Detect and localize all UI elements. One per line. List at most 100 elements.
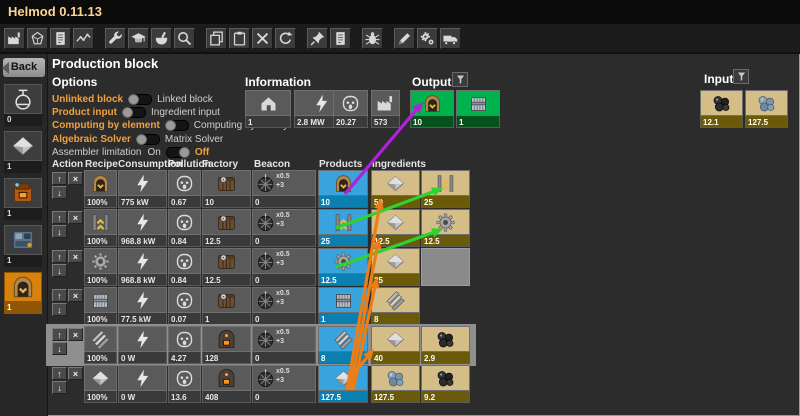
delete-row-button[interactable]: × — [68, 172, 83, 185]
factory-cell[interactable]: 12.5 — [202, 209, 251, 247]
toolbar-search-button[interactable] — [174, 28, 195, 49]
ingredient-steel-plate[interactable]: 8 — [371, 287, 420, 325]
sidebar-item-iron-plate[interactable]: 1 — [4, 131, 42, 173]
toolbar-wrench-button[interactable] — [105, 28, 126, 49]
toolbar-bug-button[interactable] — [362, 28, 383, 49]
delete-row-button[interactable]: × — [68, 367, 83, 380]
toolbar-ore-button[interactable] — [27, 28, 48, 49]
toolbar-gears-button[interactable] — [417, 28, 438, 49]
beacon-cell[interactable]: 0x0.5+3 — [252, 209, 316, 247]
factory-cell[interactable]: 408 — [202, 365, 251, 403]
ingredient-iron-plate[interactable]: 50 — [371, 170, 420, 208]
move-up-button[interactable]: ↑ — [52, 250, 67, 263]
ingredient-iron-ore[interactable]: 127.5 — [371, 365, 420, 403]
product-underground-belt[interactable]: 10 — [318, 170, 368, 208]
move-up-button[interactable]: ↑ — [52, 211, 67, 224]
underground-belt-icon — [10, 274, 36, 300]
toolbar-close-button[interactable] — [252, 28, 273, 49]
consumption-cell-value: 775 kW — [118, 196, 167, 208]
beacon-cell[interactable]: 0x0.5+3 — [252, 287, 316, 325]
recipe-cell[interactable]: 100% — [84, 365, 117, 403]
underground-belt-icon — [90, 173, 111, 194]
delete-row-button[interactable]: × — [68, 211, 83, 224]
option-toggle[interactable] — [165, 120, 189, 131]
recipe-cell[interactable]: 100% — [84, 209, 117, 247]
factory-cell[interactable]: 128 — [202, 326, 251, 364]
beacon-cell[interactable]: 0x0.5+3 — [252, 170, 316, 208]
toolbar-document2-button[interactable] — [330, 28, 351, 49]
toolbar-document-button[interactable] — [50, 28, 71, 49]
delete-row-button[interactable]: × — [68, 289, 83, 302]
sidebar-item-machine-blue[interactable]: 1 — [4, 225, 42, 267]
ingredient-transport-belt[interactable]: 25 — [421, 170, 470, 208]
product-steel-plate[interactable]: 8 — [318, 326, 368, 364]
input-item-iron-ore[interactable]: 127.5 — [745, 90, 788, 128]
energy-icon — [132, 290, 153, 311]
toolbar-copy-button[interactable] — [206, 28, 227, 49]
recipe-cell[interactable]: 100% — [84, 287, 117, 325]
product-transport-belt[interactable]: 25 — [318, 209, 368, 247]
input-item-coal[interactable]: 12.1 — [700, 90, 743, 128]
beacon-cell[interactable]: 0x0.5+3 — [252, 365, 316, 403]
sidebar-item-underground-belt[interactable]: 1 — [4, 272, 42, 314]
output-filter-button[interactable] — [452, 72, 468, 87]
move-down-button[interactable]: ↓ — [52, 381, 67, 394]
beacon-add: +3 — [276, 376, 290, 385]
move-down-button[interactable]: ↓ — [52, 342, 67, 355]
factory-cell[interactable]: 12.5 — [202, 248, 251, 286]
move-down-button[interactable]: ↓ — [52, 303, 67, 316]
recipe-cell[interactable]: 100% — [84, 326, 117, 364]
recipe-cell[interactable]: 100% — [84, 248, 117, 286]
toolbar-education-button[interactable] — [128, 28, 149, 49]
move-up-button[interactable]: ↑ — [52, 289, 67, 302]
product-steel-chest[interactable]: 1 — [318, 287, 368, 325]
sidebar-item-lab-outline[interactable]: 0 — [4, 84, 42, 126]
toolbar-pencil-button[interactable] — [394, 28, 415, 49]
option-toggle[interactable] — [136, 134, 160, 145]
ingredient-coal-value: 2.9 — [421, 352, 470, 364]
factory-cell[interactable]: 1 — [202, 287, 251, 325]
ingredient-iron-plate[interactable]: 25 — [371, 248, 420, 286]
toolbar-group — [206, 28, 298, 49]
move-down-button[interactable]: ↓ — [52, 264, 67, 277]
product-iron-plate[interactable]: 127.5 — [318, 365, 368, 403]
delete-row-button[interactable]: × — [68, 328, 83, 341]
pollution-cell-value: 13.6 — [168, 391, 201, 403]
ingredient-iron-plate[interactable]: 40 — [371, 326, 420, 364]
move-down-button[interactable]: ↓ — [52, 186, 67, 199]
pollution-icon — [174, 173, 195, 194]
factory-cell[interactable]: 10 — [202, 170, 251, 208]
option-toggle[interactable] — [128, 94, 152, 105]
ingredient-coal[interactable]: 9.2 — [421, 365, 470, 403]
assembler-off-label: Off — [195, 147, 209, 158]
sidebar-item-burner-machine[interactable]: 1 — [4, 178, 42, 220]
input-filter-button[interactable] — [733, 69, 749, 84]
output-item-steel-chest[interactable]: 1 — [456, 90, 500, 128]
move-up-button[interactable]: ↑ — [52, 328, 67, 341]
toolbar-logistics-button[interactable] — [440, 28, 461, 49]
beacon-cell[interactable]: 0x0.5+3 — [252, 326, 316, 364]
toolbar-paste-button[interactable] — [229, 28, 250, 49]
assembler-limitation-toggle[interactable] — [166, 147, 190, 158]
ingredient-iron-gear[interactable]: 12.5 — [421, 209, 470, 247]
ingredient-iron-plate[interactable]: 12.5 — [371, 209, 420, 247]
beacon-cell[interactable]: 0x0.5+3 — [252, 248, 316, 286]
recipe-row: ↑×↓100%0 W13.64080x0.5+3127.5127.59.2 — [48, 365, 474, 403]
move-down-button[interactable]: ↓ — [52, 225, 67, 238]
output-item-underground-belt[interactable]: 10 — [410, 90, 454, 128]
delete-row-button[interactable]: × — [68, 250, 83, 263]
recipe-cell[interactable]: 100% — [84, 170, 117, 208]
back-button[interactable]: Back — [3, 58, 45, 77]
ingredient-coal[interactable]: 2.9 — [421, 326, 470, 364]
product-iron-gear[interactable]: 12.5 — [318, 248, 368, 286]
option-toggle[interactable] — [122, 107, 146, 118]
toolbar-refresh-button[interactable] — [275, 28, 296, 49]
move-up-button[interactable]: ↑ — [52, 367, 67, 380]
options-title: Options — [52, 75, 97, 89]
toolbar-factory-button[interactable] — [4, 28, 25, 49]
toolbar-chart-button[interactable] — [73, 28, 94, 49]
toolbar-lab-button[interactable] — [151, 28, 172, 49]
toolbar-pin-button[interactable] — [307, 28, 328, 49]
move-up-button[interactable]: ↑ — [52, 172, 67, 185]
ingredient-iron-plate-value: 25 — [371, 274, 420, 286]
